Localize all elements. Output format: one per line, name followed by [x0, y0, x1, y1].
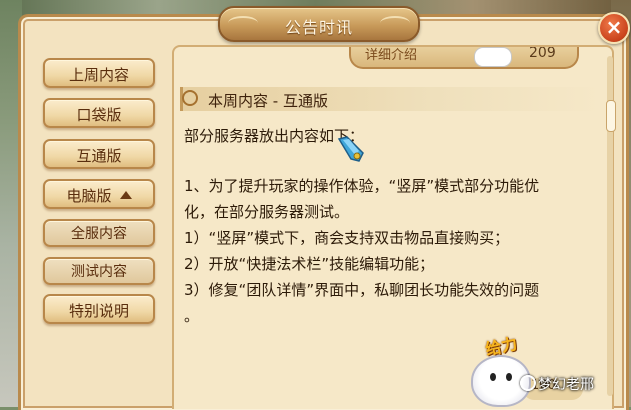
mascot-eye [490, 373, 496, 381]
content-line: 化，在部分服务器测试。 [184, 203, 350, 221]
sidebar-item-label: 特别说明 [68, 302, 129, 320]
content-line: 3）修复“团队详情”界面中，私聊团长功能失效的问题 [184, 281, 540, 299]
sidebar-subitem-test[interactable]: 测试内容 [43, 257, 155, 285]
gem-cursor-icon [337, 136, 364, 162]
sidebar-item-label: 电脑版 [66, 187, 112, 205]
content-line: 1）“竖屏”模式下，商会支持双击物品直接购买； [184, 229, 510, 247]
swirl-icon [182, 90, 198, 106]
camera-icon [520, 375, 536, 391]
sidebar-subitem-all-servers[interactable]: 全服内容 [43, 219, 155, 247]
title-banner: 公告时讯 [218, 6, 420, 42]
close-icon: × [605, 15, 623, 39]
sidebar-item-label: 口袋版 [76, 106, 122, 124]
mascot-icon [474, 47, 512, 67]
scrollbar-thumb[interactable] [606, 100, 616, 132]
sidebar-item-special-notes[interactable]: 特别说明 [43, 294, 155, 324]
watermark: 梦幻老邢 [520, 374, 594, 394]
sidebar-item-last-week[interactable]: 上周内容 [43, 58, 155, 88]
sidebar-item-label: 互通版 [76, 147, 122, 165]
top-count: 209 [529, 45, 556, 61]
mascot-eye [506, 373, 512, 381]
content-area[interactable]: 详细介绍 209 本周内容 - 互通版 部分服务器放出内容如下： 1、为了提升玩… [172, 45, 614, 409]
content-line: 2）开放“快捷法术栏”技能编辑功能； [184, 255, 435, 273]
window-title: 公告时讯 [284, 18, 353, 37]
sidebar-item-label: 上周内容 [68, 66, 129, 84]
content-line: 。 [184, 307, 200, 325]
section-title: 本周内容 - 互通版 [208, 92, 328, 110]
collapse-arrow-icon [119, 191, 132, 199]
sidebar-item-label: 测试内容 [71, 264, 127, 280]
content-line: 1、为了提升玩家的操作体验，“竖屏”模式部分功能优 [184, 177, 540, 195]
sidebar-item-label: 全服内容 [71, 226, 127, 242]
sidebar-item-pocket[interactable]: 口袋版 [43, 98, 155, 128]
close-button[interactable]: × [598, 12, 630, 44]
detail-intro-label: 详细介绍 [365, 48, 418, 63]
sidebar-item-crossplay[interactable]: 互通版 [43, 139, 155, 169]
sidebar-item-pc[interactable]: 电脑版 [43, 179, 155, 209]
watermark-text: 梦幻老邢 [538, 377, 594, 393]
